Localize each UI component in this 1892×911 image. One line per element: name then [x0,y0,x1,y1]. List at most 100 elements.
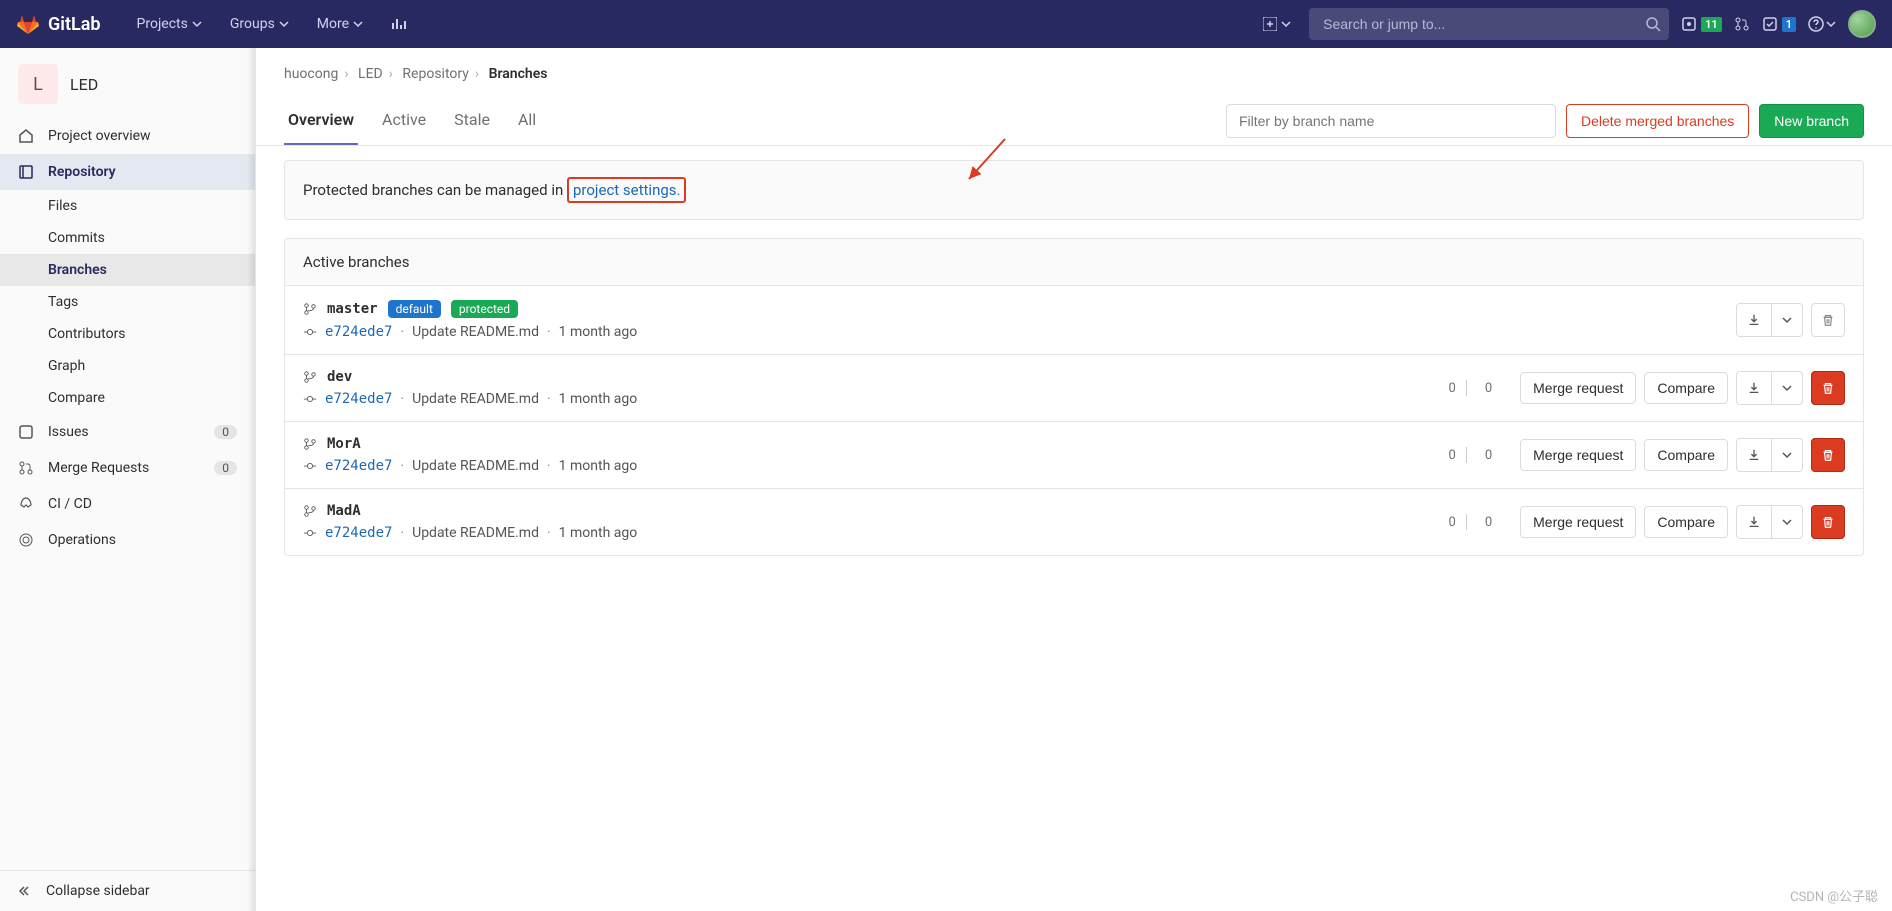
commit-sha[interactable]: e724ede7 [325,458,392,474]
branch-info: MadAe724ede7·Update README.md·1 month ag… [303,503,1445,541]
nav-merge-requests[interactable] [1734,16,1750,32]
delete-branch-button[interactable] [1811,438,1845,472]
merge-request-button[interactable]: Merge request [1520,372,1636,404]
branch-row: masterdefaultprotectede724ede7·Update RE… [285,285,1863,354]
delete-merged-button[interactable]: Delete merged branches [1566,104,1749,138]
search-input[interactable] [1317,16,1645,32]
nav-left: GitLab Projects Groups More [16,8,417,40]
sidebar-item-mrs[interactable]: Merge Requests 0 [0,450,255,486]
protected-branches-alert: Protected branches can be managed in pro… [284,160,1864,220]
sidebar-sub-branches[interactable]: Branches [0,254,255,286]
download-dropdown[interactable] [1736,371,1803,405]
project-settings-link[interactable]: project settings. [567,177,687,203]
activity-icon [391,16,407,32]
gitlab-logo[interactable]: GitLab [16,12,101,36]
delete-branch-button[interactable] [1811,505,1845,539]
trash-icon [1821,313,1835,327]
main-content: huocong› LED› Repository› Branches Overv… [256,48,1892,911]
nav-projects[interactable]: Projects [127,8,212,40]
nav-todos[interactable]: 1 [1762,16,1796,32]
tab-all[interactable]: All [514,96,540,145]
sidebar-item-issues[interactable]: Issues 0 [0,414,255,450]
bc-project[interactable]: LED [358,66,383,82]
commit-sha[interactable]: e724ede7 [325,525,392,541]
branch-actions [1736,303,1845,337]
project-avatar: L [18,64,58,104]
branch-actions: Merge requestCompare [1520,438,1845,472]
global-search[interactable] [1309,8,1669,40]
download-dropdown[interactable] [1736,505,1803,539]
branch-name[interactable]: MadA [327,503,361,519]
nav-help[interactable] [1808,16,1836,32]
delete-branch-button[interactable] [1811,303,1845,337]
tab-overview[interactable]: Overview [284,96,358,145]
tab-active[interactable]: Active [378,96,430,145]
sidebar-item-repository[interactable]: Repository [0,154,255,190]
new-branch-button[interactable]: New branch [1759,104,1864,138]
compare-button[interactable]: Compare [1644,506,1728,538]
nav-more[interactable]: More [307,8,373,40]
delete-branch-button[interactable] [1811,371,1845,405]
sidebar-sub-commits[interactable]: Commits [0,222,255,254]
compare-button[interactable]: Compare [1644,372,1728,404]
merge-request-button[interactable]: Merge request [1520,439,1636,471]
bc-owner[interactable]: huocong [284,66,338,82]
tab-stale[interactable]: Stale [450,96,494,145]
breadcrumb: huocong› LED› Repository› Branches [256,48,1892,96]
filter-branch-input[interactable] [1226,104,1556,138]
download-dropdown[interactable] [1736,438,1803,472]
commit-icon [303,459,317,473]
sidebar-sub-contributors[interactable]: Contributors [0,318,255,350]
nav-activity[interactable] [381,8,417,40]
tanuki-icon [16,12,40,36]
branch-actions: Merge requestCompare [1520,371,1845,405]
user-avatar[interactable] [1848,10,1876,38]
commit-time: 1 month ago [559,324,638,340]
trash-icon [1821,515,1835,529]
commit-sha[interactable]: e724ede7 [325,324,392,340]
nav-groups[interactable]: Groups [220,8,299,40]
chevron-down-icon [1782,517,1792,527]
divergence: 00 [1445,447,1497,463]
bc-repository[interactable]: Repository [402,66,468,82]
branch-tabs: Overview Active Stale All [284,96,540,145]
branch-info: masterdefaultprotectede724ede7·Update RE… [303,300,1736,340]
branch-icon [303,504,317,518]
nav-issues[interactable]: 11 [1681,16,1722,32]
project-header[interactable]: L LED [0,48,255,118]
download-dropdown[interactable] [1736,303,1803,337]
download-icon [1747,381,1761,395]
sidebar-sub-compare[interactable]: Compare [0,382,255,414]
compare-button[interactable]: Compare [1644,439,1728,471]
watermark: CSDN @公子聪 [1790,886,1878,905]
sidebar-item-overview[interactable]: Project overview [0,118,255,154]
chevron-down-icon [1782,450,1792,460]
home-icon [18,128,34,144]
merge-request-icon [18,460,34,476]
collapse-sidebar[interactable]: Collapse sidebar [0,870,255,911]
sidebar-sub-tags[interactable]: Tags [0,286,255,318]
sidebar-sub-graph[interactable]: Graph [0,350,255,382]
branch-icon [303,370,317,384]
commit-time: 1 month ago [559,391,638,407]
trash-icon [1821,448,1835,462]
alert-text: Protected branches can be managed in [303,181,567,199]
sidebar-item-operations[interactable]: Operations [0,522,255,558]
chevron-down-icon [1826,19,1836,29]
branch-name[interactable]: dev [327,369,352,385]
project-name: LED [70,75,98,94]
merge-request-button[interactable]: Merge request [1520,506,1636,538]
sidebar-item-cicd[interactable]: CI / CD [0,486,255,522]
commit-time: 1 month ago [559,458,638,474]
chevron-down-icon [192,19,202,29]
branch-name[interactable]: MorA [327,436,361,452]
new-dropdown[interactable] [1257,13,1297,35]
issues-icon [1681,16,1697,32]
top-navbar: GitLab Projects Groups More 11 1 [0,0,1892,48]
sidebar-sub-files[interactable]: Files [0,190,255,222]
branch-name[interactable]: master [327,301,378,317]
commit-sha[interactable]: e724ede7 [325,391,392,407]
trash-icon [1821,381,1835,395]
protected-pill: protected [451,300,518,318]
chevron-down-icon [353,19,363,29]
